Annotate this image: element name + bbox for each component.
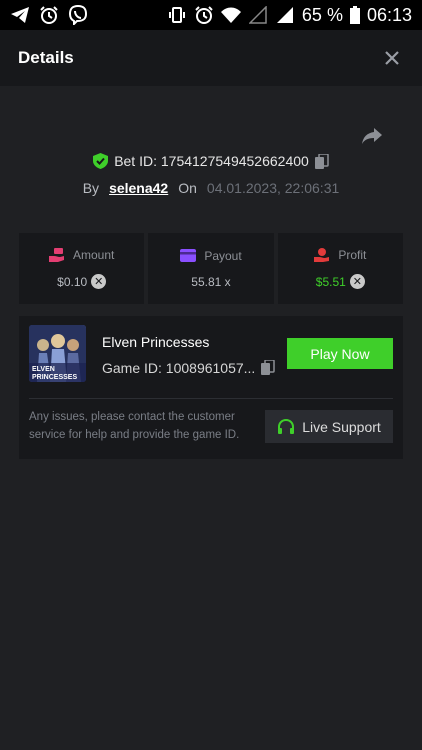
copy-icon <box>261 359 275 375</box>
shield-check-icon <box>93 153 109 169</box>
stat-label: Amount <box>72 248 115 262</box>
game-thumbnail[interactable]: ELVEN PRINCESSES <box>29 325 86 382</box>
battery-percent: 65 % <box>301 4 343 25</box>
stat-value: $5.51 <box>315 274 346 289</box>
status-bar: 65 % 06:13 <box>0 0 422 30</box>
alarm-icon <box>39 5 59 25</box>
stat-payout: Payout 55.81 x <box>148 233 274 304</box>
by-label: By <box>82 180 100 196</box>
stat-profit: Profit $5.51 ✕ <box>277 233 403 304</box>
wifi-icon <box>220 5 241 25</box>
stat-label: Payout <box>204 248 242 263</box>
support-info-text: Any issues, please contact the customer … <box>29 411 240 441</box>
close-icon <box>385 51 399 65</box>
bet-date: 04.01.2023, 22:06:31 <box>206 180 340 196</box>
signal-icon <box>275 5 295 25</box>
share-icon <box>362 128 382 144</box>
alarm-icon <box>194 5 214 25</box>
stat-value: 55.81 x <box>191 274 231 289</box>
divider <box>29 398 393 399</box>
profit-icon <box>314 248 330 262</box>
signal-icon <box>248 5 268 25</box>
bet-id: Bet ID: 1754127549452662400 <box>114 153 309 169</box>
game-card: ELVEN PRINCESSES Elven Princesses Game I… <box>19 316 403 459</box>
play-now-button[interactable]: Play Now <box>287 338 393 369</box>
on-label: On <box>178 180 197 196</box>
close-button[interactable] <box>380 46 404 70</box>
viber-icon <box>68 5 88 25</box>
username-link[interactable]: selena42 <box>109 180 168 196</box>
copy-game-id-button[interactable] <box>261 359 275 380</box>
game-id: Game ID: 1008961057... <box>102 360 256 376</box>
bet-stats: Amount $0.10 ✕ Payout 55.81 x Profit $5.… <box>19 233 403 304</box>
bet-id-line: Bet ID: 1754127549452662400 <box>0 153 422 169</box>
share-button[interactable] <box>360 124 384 148</box>
thumb-title-2: PRINCESSES <box>32 374 77 381</box>
headset-icon <box>278 418 295 434</box>
thumb-title-1: ELVEN <box>32 366 55 373</box>
vibrate-icon <box>167 5 187 25</box>
battery-icon <box>349 5 360 25</box>
stat-label: Profit <box>338 248 367 262</box>
stat-amount: Amount $0.10 ✕ <box>19 233 145 304</box>
currency-x-icon: ✕ <box>91 274 107 289</box>
stat-value: $0.10 <box>57 274 88 289</box>
money-hand-icon <box>48 248 64 262</box>
page-title: Details <box>18 48 74 67</box>
live-support-button[interactable]: Live Support <box>265 410 393 443</box>
telegram-icon <box>10 5 30 25</box>
bet-meta-line: By selena42 On 04.01.2023, 22:06:31 <box>0 180 422 196</box>
details-header: Details <box>0 30 422 86</box>
live-support-label: Live Support <box>302 418 381 435</box>
card-icon <box>180 249 197 262</box>
game-name: Elven Princesses <box>102 334 210 350</box>
currency-x-icon: ✕ <box>349 274 365 289</box>
copy-icon[interactable] <box>314 153 329 169</box>
clock: 06:13 <box>366 4 412 25</box>
